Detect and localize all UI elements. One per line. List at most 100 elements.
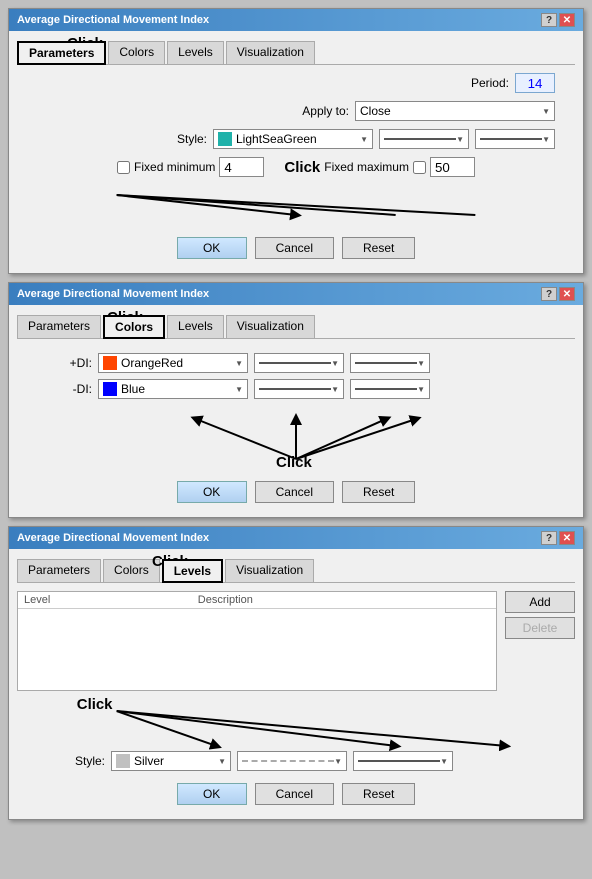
cancel-button-2[interactable]: Cancel xyxy=(255,481,334,503)
tab-levels-1[interactable]: Levels xyxy=(167,41,224,64)
click-annotation-1b: Click xyxy=(284,159,320,176)
close-button-3[interactable]: ✕ xyxy=(559,531,575,545)
level-line-arrow-icon: ▼ xyxy=(334,757,342,766)
level-color-swatch xyxy=(116,754,130,768)
title-controls-1: ? ✕ xyxy=(541,13,575,27)
di-plus-line-width-arrow-icon: ▼ xyxy=(417,359,425,368)
tabs-1: Parameters Colors Levels Visualization xyxy=(17,41,575,65)
help-button-2[interactable]: ? xyxy=(541,287,557,301)
dialog3-title: Average Directional Movement Index xyxy=(17,532,209,544)
delete-button[interactable]: Delete xyxy=(505,617,575,639)
fixed-min-checkbox[interactable] xyxy=(117,161,130,174)
line-width-preview-1 xyxy=(480,138,542,140)
tab-parameters-1[interactable]: Parameters xyxy=(17,41,106,65)
style-label-3: Style: xyxy=(25,754,105,768)
period-label: Period: xyxy=(429,76,509,90)
di-plus-line-preview xyxy=(259,362,331,364)
di-plus-color-arrow-icon: ▼ xyxy=(235,359,243,368)
tab-colors-2[interactable]: Colors xyxy=(103,315,165,339)
di-minus-line-arrow-icon: ▼ xyxy=(331,385,339,394)
reset-button-1[interactable]: Reset xyxy=(342,237,415,259)
reset-button-3[interactable]: Reset xyxy=(342,783,415,805)
di-plus-color-swatch xyxy=(103,356,117,370)
reset-button-2[interactable]: Reset xyxy=(342,481,415,503)
button-row-2: OK Cancel Reset xyxy=(17,481,575,509)
di-minus-line-width-arrow-icon: ▼ xyxy=(417,385,425,394)
level-line-preview xyxy=(242,760,334,762)
close-button-2[interactable]: ✕ xyxy=(559,287,575,301)
level-line-width-preview xyxy=(358,760,440,762)
close-button-1[interactable]: ✕ xyxy=(559,13,575,27)
di-minus-line-style-dropdown[interactable]: ▼ xyxy=(254,379,344,399)
apply-arrow-icon: ▼ xyxy=(542,107,550,116)
tab-visualization-1[interactable]: Visualization xyxy=(226,41,315,64)
tabs-2: Parameters Colors Levels Visualization xyxy=(17,315,575,339)
tab-visualization-2[interactable]: Visualization xyxy=(226,315,315,338)
tab-parameters-3[interactable]: Parameters xyxy=(17,559,101,582)
fixed-max-checkbox[interactable] xyxy=(413,161,426,174)
di-minus-line-preview xyxy=(259,388,331,390)
line-width-dropdown-1[interactable]: ▼ xyxy=(475,129,555,149)
tab-visualization-3[interactable]: Visualization xyxy=(225,559,314,582)
dialog3: Average Directional Movement Index ? ✕ C… xyxy=(8,526,584,820)
tab-levels-2[interactable]: Levels xyxy=(167,315,224,338)
level-color-dropdown[interactable]: Silver ▼ xyxy=(111,751,231,771)
level-line-style-dropdown[interactable]: ▼ xyxy=(237,751,347,771)
level-line-width-dropdown[interactable]: ▼ xyxy=(353,751,453,771)
cancel-button-1[interactable]: Cancel xyxy=(255,237,334,259)
ok-button-3[interactable]: OK xyxy=(177,783,247,805)
svg-text:Click: Click xyxy=(77,696,113,713)
style-color-dropdown-1[interactable]: LightSeaGreen ▼ xyxy=(213,129,373,149)
add-button[interactable]: Add xyxy=(505,591,575,613)
di-minus-color-arrow-icon: ▼ xyxy=(235,385,243,394)
dialog1-body: Click Parameters Colors Levels Visualiza… xyxy=(9,31,583,273)
tab-levels-3[interactable]: Levels xyxy=(162,559,223,583)
col-description: Description xyxy=(192,592,496,609)
di-plus-label: +DI: xyxy=(57,356,92,370)
period-input[interactable]: 14 xyxy=(515,73,555,93)
button-row-1: OK Cancel Reset xyxy=(17,237,575,265)
style-color-swatch-1 xyxy=(218,132,232,146)
line-style-dropdown-1[interactable]: ▼ xyxy=(379,129,469,149)
fixed-min-group: Fixed minimum xyxy=(117,157,264,177)
level-table-area: Level Description xyxy=(17,591,497,691)
di-minus-color-name: Blue xyxy=(121,382,145,396)
style-label-1: Style: xyxy=(127,132,207,146)
di-plus-line-arrow-icon: ▼ xyxy=(331,359,339,368)
apply-dropdown[interactable]: Close ▼ xyxy=(355,101,555,121)
title-bar-2: Average Directional Movement Index ? ✕ xyxy=(9,283,583,305)
cancel-button-3[interactable]: Cancel xyxy=(255,783,334,805)
dialog3-body: Click Parameters Colors Levels Visualiza… xyxy=(9,549,583,819)
title-bar-3: Average Directional Movement Index ? ✕ xyxy=(9,527,583,549)
level-table: Level Description xyxy=(18,592,496,613)
col-level: Level xyxy=(18,592,192,609)
levels-content: Level Description Add Delete xyxy=(17,591,575,691)
di-plus-line-width-dropdown[interactable]: ▼ xyxy=(350,353,430,373)
level-color-name: Silver xyxy=(134,754,164,768)
help-button-3[interactable]: ? xyxy=(541,531,557,545)
level-side-buttons: Add Delete xyxy=(505,591,575,691)
di-plus-color-dropdown[interactable]: OrangeRed ▼ xyxy=(98,353,248,373)
button-row-3: OK Cancel Reset xyxy=(17,783,575,811)
title-controls-3: ? ✕ xyxy=(541,531,575,545)
table-row xyxy=(18,609,496,614)
di-minus-line-width-dropdown[interactable]: ▼ xyxy=(350,379,430,399)
ok-button-1[interactable]: OK xyxy=(177,237,247,259)
tab-parameters-2[interactable]: Parameters xyxy=(17,315,101,338)
help-button-1[interactable]: ? xyxy=(541,13,557,27)
di-minus-color-dropdown[interactable]: Blue ▼ xyxy=(98,379,248,399)
di-minus-color-swatch xyxy=(103,382,117,396)
di-plus-color-name: OrangeRed xyxy=(121,356,183,370)
title-bar-1: Average Directional Movement Index ? ✕ xyxy=(9,9,583,31)
arrows-svg-3: Click xyxy=(17,691,575,751)
style-color-name-1: LightSeaGreen xyxy=(236,132,317,146)
level-line-width-arrow-icon: ▼ xyxy=(440,757,448,766)
tabs-3: Parameters Colors Levels Visualization xyxy=(17,559,575,583)
di-plus-line-style-dropdown[interactable]: ▼ xyxy=(254,353,344,373)
tab-colors-1[interactable]: Colors xyxy=(108,41,165,64)
fixed-max-input[interactable] xyxy=(430,157,475,177)
dialog2-body: Click Parameters Colors Levels Visualiza… xyxy=(9,305,583,517)
arrows-svg-1 xyxy=(17,185,575,225)
fixed-min-input[interactable] xyxy=(219,157,264,177)
ok-button-2[interactable]: OK xyxy=(177,481,247,503)
